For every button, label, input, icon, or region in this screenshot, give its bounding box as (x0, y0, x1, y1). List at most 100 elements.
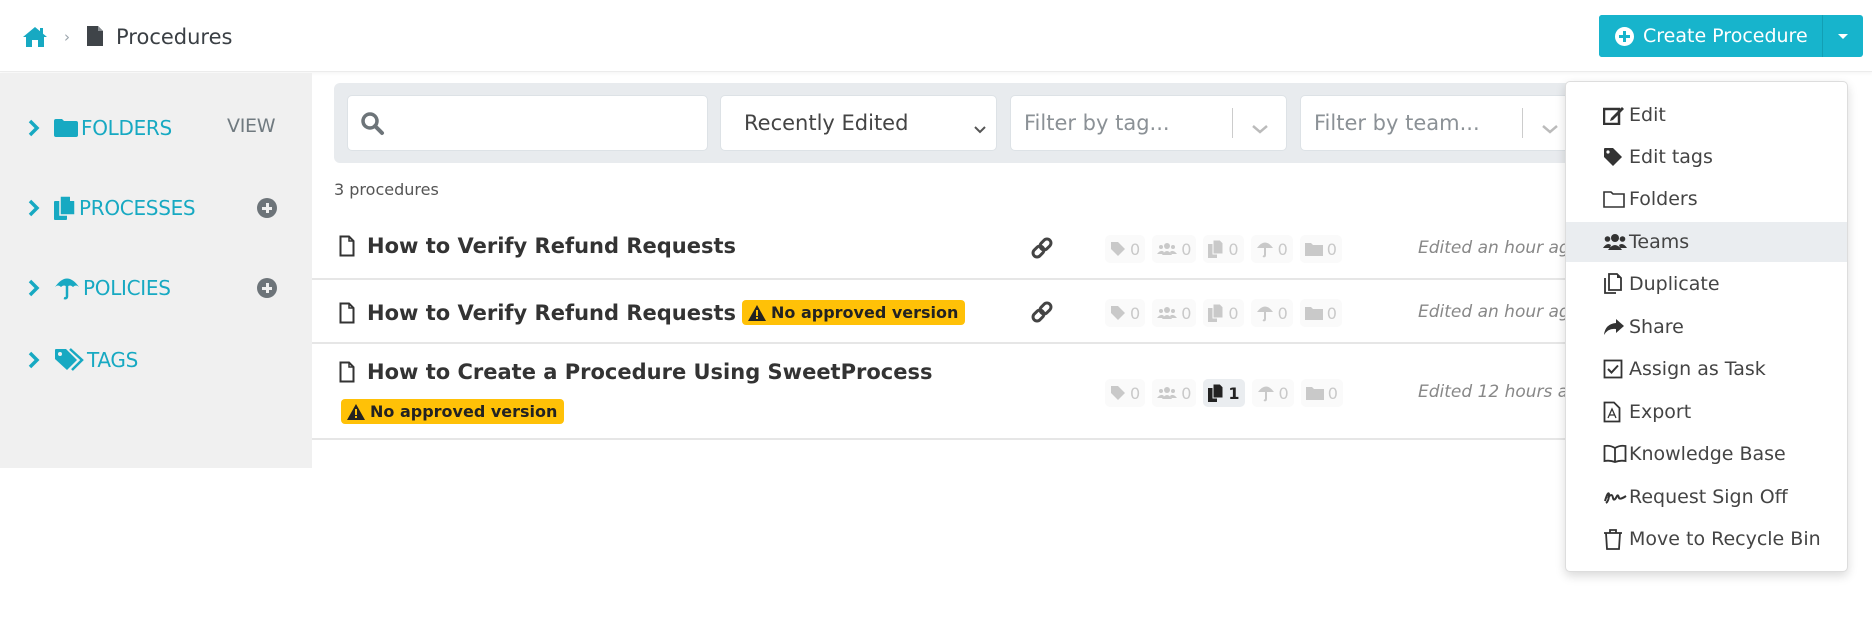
create-procedure-dropdown-toggle[interactable] (1823, 15, 1863, 57)
home-icon[interactable] (22, 24, 50, 50)
menu-item-edit-tags[interactable]: Edit tags (1566, 137, 1847, 177)
breadcrumb-separator: › (64, 28, 70, 46)
sidebar-item-label: PROCESSES (79, 196, 196, 220)
teams-count[interactable]: 0 (1152, 235, 1197, 263)
top-header: › Procedures Create Procedure (0, 0, 1872, 72)
trash-icon (1603, 527, 1627, 551)
menu-item-label: Folders (1629, 188, 1698, 210)
teams-count[interactable]: 0 (1152, 379, 1197, 407)
menu-item-assign-as-task[interactable]: Assign as Task (1566, 349, 1847, 389)
chevron-right-icon (28, 279, 44, 297)
menu-item-knowledge-base[interactable]: Knowledge Base (1566, 434, 1847, 474)
status-badge: No approved version (341, 399, 565, 424)
menu-item-request-sign-off[interactable]: Request Sign Off (1566, 477, 1847, 517)
tags-count[interactable]: 0 (1105, 299, 1146, 327)
edit-icon (1603, 103, 1627, 127)
copy-icon (54, 196, 76, 220)
tag-icon (1111, 306, 1125, 320)
procedure-title[interactable]: How to Create a Procedure Using SweetPro… (339, 360, 932, 384)
sort-select-value: Recently Edited (744, 111, 909, 135)
sidebar-item-label: FOLDERS (81, 116, 172, 140)
policies-count[interactable]: 0 (1250, 235, 1293, 263)
menu-item-label: Edit tags (1629, 146, 1713, 168)
edited-time: Edited an hour ago (1418, 238, 1581, 258)
teams-count[interactable]: 0 (1152, 299, 1197, 327)
processes-count[interactable]: 0 (1203, 299, 1244, 327)
menu-item-label: Move to Recycle Bin (1629, 528, 1821, 550)
copy-icon (1208, 240, 1224, 258)
sidebar-item-processes[interactable]: PROCESSES (28, 193, 196, 223)
tag-filter-select[interactable]: Filter by tag... (1010, 95, 1287, 151)
book-icon (1603, 442, 1627, 466)
warning-icon (748, 304, 766, 321)
folder-icon (1304, 243, 1323, 256)
sidebar-item-tags[interactable]: TAGS (28, 345, 138, 375)
policies-count[interactable]: 0 (1250, 299, 1293, 327)
breadcrumb: › Procedures (22, 20, 232, 54)
menu-item-label: Request Sign Off (1629, 486, 1788, 508)
processes-count[interactable]: 0 (1203, 235, 1244, 263)
chevron-down-icon (1251, 116, 1269, 140)
folders-count[interactable]: 0 (1299, 299, 1342, 327)
menu-item-duplicate[interactable]: Duplicate (1566, 264, 1847, 304)
table-row[interactable]: How to Verify Refund Requests No approve… (312, 280, 1632, 344)
create-procedure-button[interactable]: Create Procedure (1599, 15, 1823, 57)
tags-count[interactable]: 0 (1105, 379, 1146, 407)
badge-text: No approved version (370, 402, 558, 421)
procedure-title-text: How to Verify Refund Requests (367, 300, 736, 325)
umbrella-icon (1257, 386, 1274, 402)
chevron-down-icon (974, 116, 986, 140)
menu-item-export[interactable]: Export (1566, 392, 1847, 432)
menu-item-label: Assign as Task (1629, 358, 1766, 380)
menu-item-move-to-recycle-bin[interactable]: Move to Recycle Bin (1566, 519, 1847, 559)
folders-count[interactable]: 0 (1300, 379, 1343, 407)
folder-icon (1304, 307, 1323, 320)
folder-outline-icon (1603, 187, 1627, 211)
folders-count[interactable]: 0 (1299, 235, 1342, 263)
users-icon (1157, 243, 1178, 255)
file-outline-icon (339, 235, 355, 257)
tag-filter-placeholder: Filter by tag... (1024, 111, 1170, 135)
add-process-button[interactable] (257, 198, 277, 218)
duplicate-icon (1603, 272, 1627, 296)
sidebar-item-label: TAGS (87, 348, 138, 372)
link-icon[interactable] (1030, 236, 1054, 264)
procedure-title[interactable]: How to Verify Refund Requests (339, 234, 736, 258)
procedure-count: 3 procedures (334, 180, 439, 199)
chevron-right-icon (28, 119, 44, 137)
users-icon (1603, 230, 1627, 254)
sort-select[interactable]: Recently Edited (720, 95, 997, 151)
folder-icon (1305, 387, 1324, 400)
menu-item-folders[interactable]: Folders (1566, 179, 1847, 219)
menu-item-share[interactable]: Share (1566, 307, 1847, 347)
tags-count[interactable]: 0 (1105, 235, 1146, 263)
copy-icon (1208, 304, 1224, 322)
processes-count[interactable]: 1 (1203, 379, 1245, 407)
procedure-title[interactable]: How to Verify Refund Requests No approve… (339, 300, 966, 325)
add-policy-button[interactable] (257, 278, 277, 298)
search-input[interactable] (347, 95, 708, 151)
menu-item-label: Share (1629, 316, 1684, 338)
table-row[interactable]: How to Create a Procedure Using SweetPro… (312, 344, 1632, 440)
folders-view-link[interactable]: VIEW (227, 115, 276, 137)
menu-item-label: Teams (1629, 231, 1690, 253)
link-icon[interactable] (1030, 300, 1054, 328)
chevron-right-icon (28, 351, 44, 369)
tag-icon (1111, 386, 1125, 400)
policies-count[interactable]: 0 (1251, 379, 1294, 407)
procedure-title-text: How to Verify Refund Requests (367, 234, 736, 258)
page-title: Procedures (116, 25, 233, 49)
menu-item-edit[interactable]: Edit (1566, 95, 1847, 135)
users-icon (1157, 387, 1178, 399)
select-divider (1232, 108, 1233, 138)
sidebar-item-policies[interactable]: POLICIES (28, 273, 171, 303)
file-outline-icon (339, 361, 355, 383)
edited-time: Edited 12 hours ago (1418, 382, 1590, 402)
umbrella-icon (54, 276, 80, 300)
menu-item-label: Knowledge Base (1629, 443, 1786, 465)
menu-item-teams[interactable]: Teams (1566, 222, 1847, 262)
team-filter-select[interactable]: Filter by team... (1300, 95, 1574, 151)
sidebar-item-folders[interactable]: FOLDERS (28, 113, 172, 143)
file-outline-icon (339, 302, 355, 324)
table-row[interactable]: How to Verify Refund Requests 0 0 0 0 0 … (312, 216, 1632, 280)
